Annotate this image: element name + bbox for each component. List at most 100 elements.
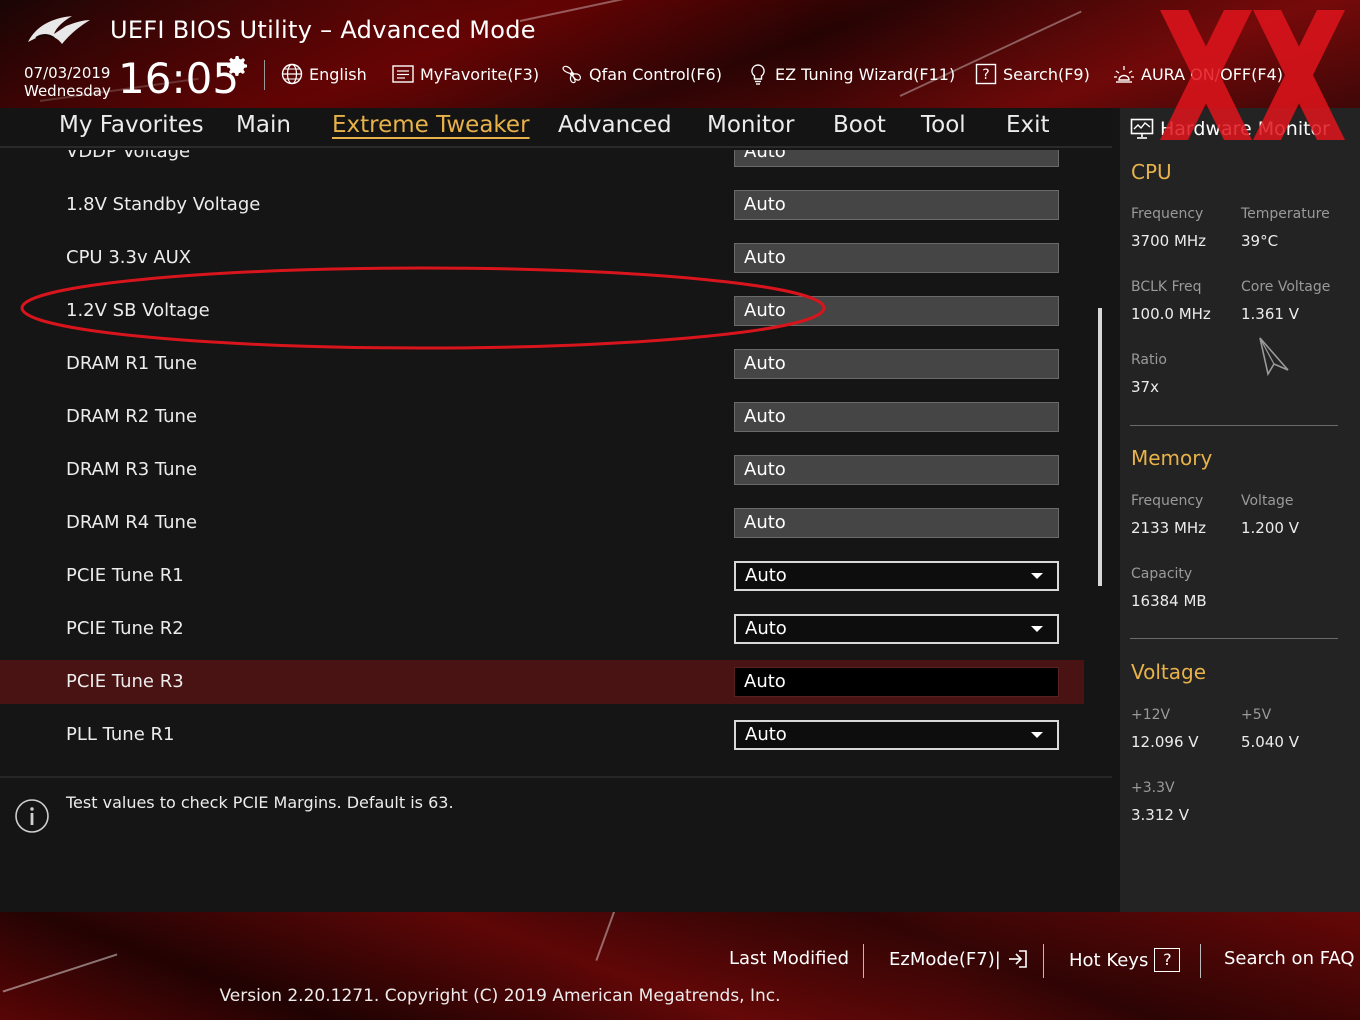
setting-row[interactable]: DRAM R2 Tune Auto (0, 395, 1084, 439)
language-button[interactable]: English (280, 60, 367, 88)
setting-row[interactable]: PCIE Tune R1 Auto (0, 554, 1084, 598)
setting-row[interactable]: DRAM R3 Tune Auto (0, 448, 1084, 492)
setting-value-field[interactable]: Auto (734, 190, 1059, 220)
bclk-value: 100.0 MHz (1131, 305, 1211, 323)
v5-label: +5V (1241, 707, 1272, 723)
setting-row[interactable]: PLL Tune R1 Auto (0, 713, 1084, 757)
question-key-icon: ? (1154, 948, 1181, 972)
header-divider (264, 60, 265, 90)
lightbulb-icon (751, 64, 765, 85)
search-faq-button[interactable]: Search on FAQ (1224, 948, 1355, 969)
aura-label: AURA ON/OFF(F4) (1141, 64, 1283, 84)
setting-value: Auto (745, 565, 787, 586)
qfan-control-button[interactable]: Qfan Control(F6) (560, 60, 722, 88)
v33-value: 3.312 V (1131, 806, 1189, 824)
tab-advanced[interactable]: Advanced (558, 112, 672, 138)
tab-my-favorites[interactable]: My Favorites (59, 112, 204, 138)
search-faq-label: Search on FAQ (1224, 948, 1355, 969)
setting-label: PCIE Tune R1 (66, 565, 184, 586)
v12-value: 12.096 V (1131, 733, 1199, 751)
mouse-cursor-icon (1259, 337, 1289, 377)
setting-dropdown[interactable]: Auto (734, 561, 1059, 591)
setting-row[interactable]: 1.8V Standby Voltage Auto (0, 183, 1084, 227)
tab-main[interactable]: Main (236, 112, 291, 138)
ez-tuning-wizard-button[interactable]: EZ Tuning Wizard(F11) (746, 60, 955, 88)
setting-value-field[interactable]: Auto (734, 402, 1059, 432)
ratio-value: 37x (1131, 378, 1159, 396)
tab-extreme-tweaker[interactable]: Extreme Tweaker (332, 112, 530, 138)
v5-value: 5.040 V (1241, 733, 1299, 751)
setting-value-field[interactable]: Auto (734, 455, 1059, 485)
setting-row[interactable]: DRAM R4 Tune Auto (0, 501, 1084, 545)
setting-value: Auto (744, 247, 786, 268)
last-modified-label: Last Modified (729, 948, 850, 969)
ez-tuning-label: EZ Tuning Wizard(F11) (775, 64, 956, 84)
setting-value-field[interactable]: Auto (734, 150, 1059, 167)
setting-dropdown[interactable]: Auto (734, 720, 1059, 750)
weekday-text: Wednesday (24, 82, 111, 100)
core-voltage-label: Core Voltage (1241, 279, 1331, 295)
gear-icon[interactable] (226, 54, 250, 78)
last-modified-button[interactable]: Last Modified (729, 948, 849, 969)
aura-toggle-button[interactable]: AURA ON/OFF(F4) (1112, 60, 1283, 88)
memory-heading: Memory (1131, 446, 1213, 470)
setting-value-field[interactable]: Auto (734, 667, 1059, 697)
cpu-temperature-value: 39°C (1241, 232, 1279, 250)
aura-light-icon (1114, 66, 1134, 83)
tab-tool[interactable]: Tool (921, 112, 966, 138)
footer-divider (863, 944, 864, 978)
setting-row[interactable]: PCIE Tune R3 Auto (0, 660, 1084, 704)
tab-boot[interactable]: Boot (833, 112, 886, 138)
setting-row[interactable]: PCIE Tune R2 Auto (0, 607, 1084, 651)
setting-label: DRAM R1 Tune (66, 353, 198, 374)
ratio-label: Ratio (1131, 352, 1167, 368)
footer-bar: Last Modified EzMode(F7)| Hot Keys ? Sea… (0, 912, 1360, 1020)
setting-row[interactable]: VDDP Voltage Auto (0, 150, 1084, 174)
setting-value: Auto (744, 512, 786, 533)
setting-value-field[interactable]: Auto (734, 349, 1059, 379)
exit-arrow-icon (1008, 950, 1027, 968)
cpu-frequency-label: Frequency (1131, 206, 1204, 222)
scrollbar[interactable] (1098, 308, 1102, 586)
setting-value-field[interactable]: Auto (734, 508, 1059, 538)
search-button[interactable]: ? Search(F9) (974, 60, 1090, 88)
tab-exit[interactable]: Exit (1006, 112, 1050, 138)
setting-label: CPU 3.3v AUX (66, 247, 192, 268)
help-panel: Test values to check PCIE Margins. Defau… (0, 776, 1112, 912)
setting-row[interactable]: 1.2V SB Voltage Auto (0, 289, 1084, 333)
setting-label: DRAM R2 Tune (66, 406, 198, 427)
info-icon (15, 799, 49, 833)
rog-logo-icon (28, 16, 90, 44)
setting-dropdown[interactable]: Auto (734, 614, 1059, 644)
v12-label: +12V (1131, 707, 1171, 723)
tab-monitor[interactable]: Monitor (707, 112, 794, 138)
setting-value: Auto (745, 618, 787, 639)
setting-label: DRAM R4 Tune (66, 512, 198, 533)
chevron-down-icon (1031, 626, 1043, 632)
cpu-frequency-value: 3700 MHz (1131, 232, 1207, 250)
setting-label: VDDP Voltage (66, 150, 191, 162)
setting-label: PCIE Tune R2 (66, 618, 184, 639)
setting-row[interactable]: DRAM R1 Tune Auto (0, 342, 1084, 386)
chevron-down-icon (1031, 732, 1043, 738)
setting-value: Auto (745, 724, 787, 745)
ezmode-label: EzMode(F7)| (889, 948, 1001, 970)
svg-text:?: ? (982, 67, 989, 83)
hot-keys-button[interactable]: Hot Keys ? (1069, 948, 1181, 972)
setting-value-field[interactable]: Auto (734, 296, 1059, 326)
setting-value-field[interactable]: Auto (734, 243, 1059, 273)
help-text: Test values to check PCIE Margins. Defau… (66, 793, 454, 812)
myfavorite-button[interactable]: MyFavorite(F3) (391, 60, 539, 88)
main-tab-bar: My Favorites Main Extreme Tweaker Advanc… (0, 108, 1112, 148)
mem-voltage-value: 1.200 V (1241, 519, 1299, 537)
setting-row[interactable]: CPU 3.3v AUX Auto (0, 236, 1084, 280)
bclk-label: BCLK Freq (1131, 279, 1202, 295)
setting-label: 1.2V SB Voltage (66, 300, 210, 321)
capacity-value: 16384 MB (1131, 592, 1207, 610)
cpu-temperature-label: Temperature (1241, 206, 1330, 222)
v33-label: +3.3V (1131, 780, 1175, 796)
setting-value: Auto (744, 194, 786, 215)
qfan-label: Qfan Control(F6) (589, 64, 722, 84)
ezmode-button[interactable]: EzMode(F7)| (889, 948, 1029, 970)
monitor-icon (1130, 118, 1154, 139)
